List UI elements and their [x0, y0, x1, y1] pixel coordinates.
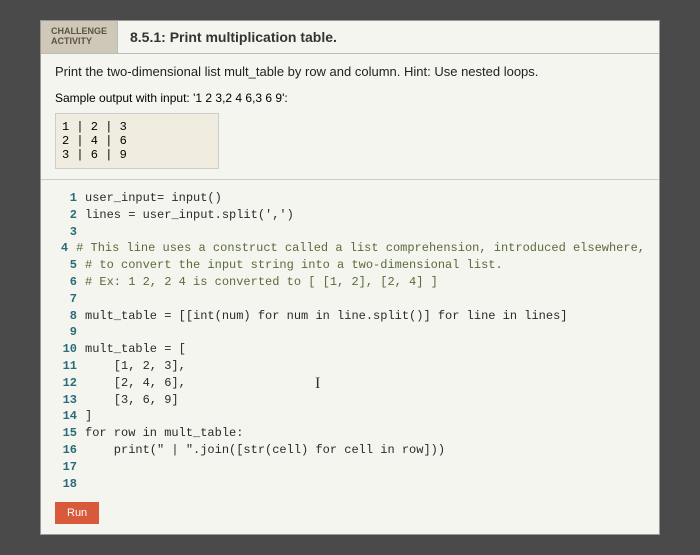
code-l8: mult_table = [[int(num) for num in line.… [85, 308, 567, 325]
code-l14: ] [85, 408, 92, 425]
code-l4: # This line uses a construct called a li… [76, 240, 645, 257]
sample-label: Sample output with input: '1 2 3,2 4 6,3… [55, 91, 645, 105]
code-editor[interactable]: 1user_input= input() 2lines = user_input… [41, 180, 659, 496]
code-l2: lines = user_input.split(',') [85, 207, 294, 224]
code-l13: [3, 6, 9] [85, 392, 179, 409]
code-l12: [2, 4, 6], [85, 375, 186, 392]
code-l11: [1, 2, 3], [85, 358, 186, 375]
challenge-badge: CHALLENGE ACTIVITY [41, 21, 118, 53]
sample-output: 1 | 2 | 3 2 | 4 | 6 3 | 6 | 9 [55, 113, 219, 169]
instructions-block: Print the two-dimensional list mult_tabl… [41, 54, 659, 180]
prompt-text: Print the two-dimensional list mult_tabl… [55, 64, 645, 79]
code-l10: mult_table = [ [85, 341, 186, 358]
code-l15: for row in mult_table: [85, 425, 243, 442]
run-button[interactable]: Run [55, 502, 99, 524]
code-l1: user_input= input() [85, 190, 222, 207]
badge-line2: ACTIVITY [51, 37, 107, 47]
panel-header: CHALLENGE ACTIVITY 8.5.1: Print multipli… [41, 21, 659, 54]
activity-title: 8.5.1: Print multiplication table. [118, 21, 349, 53]
code-l16: print(" | ".join([str(cell) for cell in … [85, 442, 445, 459]
code-l5: # to convert the input string into a two… [85, 257, 503, 274]
activity-panel: CHALLENGE ACTIVITY 8.5.1: Print multipli… [40, 20, 660, 535]
code-l6: # Ex: 1 2, 2 4 is converted to [ [1, 2],… [85, 274, 438, 291]
